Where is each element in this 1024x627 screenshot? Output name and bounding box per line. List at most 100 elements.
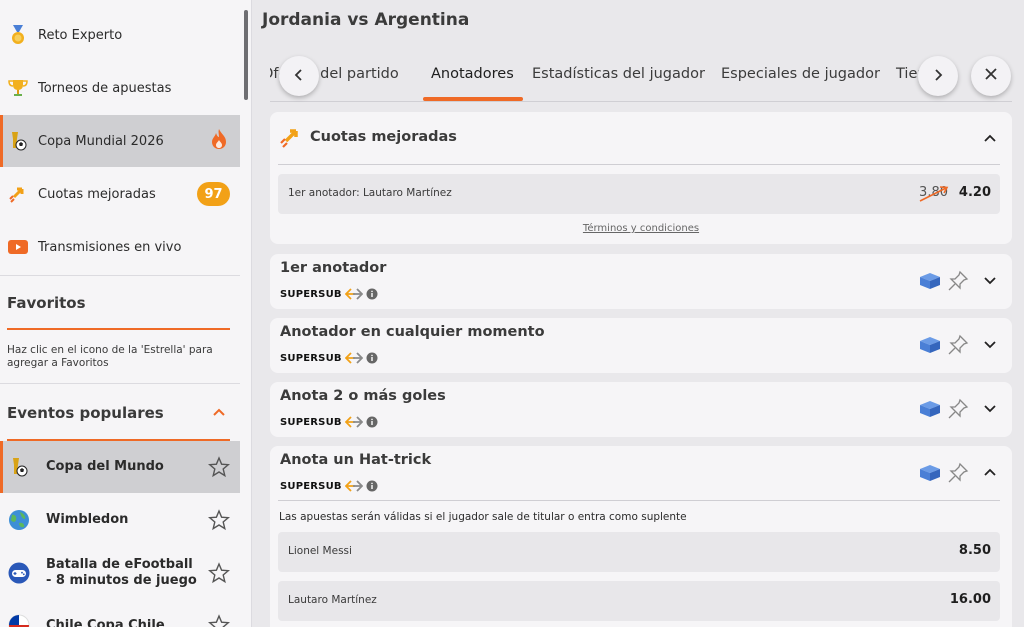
chile-flag-icon — [8, 614, 30, 627]
event-item-copa-del-mundo[interactable]: Copa del Mundo — [0, 441, 240, 493]
selection-row[interactable]: Lautaro Martínez 16.00 — [278, 581, 1000, 621]
supersub-label[interactable]: SUPERSUB — [280, 477, 378, 496]
divider — [278, 164, 1000, 165]
divider — [278, 500, 1000, 501]
market-card-anota-2-goles[interactable]: Anota 2 o más goles SUPERSUB — [270, 382, 1012, 437]
chevron-down-icon[interactable] — [982, 273, 998, 289]
sidebar-item-label: Transmisiones en vivo — [38, 239, 182, 255]
gamepad-icon — [8, 562, 30, 584]
market-title: Anotador en cualquier momento — [280, 324, 545, 340]
market-tabs: Ofertas del partido Anotadores Estadísti… — [270, 52, 1012, 102]
boosted-odds-row[interactable]: 1er anotador: Lautaro Martínez 3.80 4.20 — [278, 174, 1000, 214]
swap-arrows-icon — [344, 285, 364, 304]
event-item-efootball[interactable]: Batalla de eFootball - 8 minutos de jueg… — [0, 547, 240, 599]
market-note: Las apuestas serán válidas si el jugador… — [279, 511, 687, 523]
tab-estadisticas-jugador[interactable]: Estadísticas del jugador — [532, 66, 705, 82]
event-label: Batalla de eFootball - 8 minutos de jueg… — [46, 557, 197, 588]
selection-row[interactable]: Lionel Messi 8.50 — [278, 532, 1000, 572]
close-icon — [983, 66, 999, 86]
boosted-odds-icon — [8, 184, 28, 204]
chevron-right-icon — [931, 67, 945, 86]
favorites-note: Haz clic en el icono de la 'Estrella' pa… — [7, 344, 213, 369]
market-title: Anota un Hat-trick — [280, 452, 432, 468]
event-item-wimbledon[interactable]: Wimbledon — [0, 494, 240, 546]
tabs-prev-button[interactable] — [279, 56, 319, 96]
world-cup-icon — [8, 456, 30, 478]
selection-name: Lionel Messi — [288, 545, 352, 557]
supersub-label[interactable]: SUPERSUB — [280, 349, 378, 368]
sidebar-item-label: Copa Mundial 2026 — [38, 133, 164, 149]
chevron-up-icon[interactable] — [982, 464, 998, 480]
event-label: Chile Copa Chile — [46, 618, 165, 627]
supersub-label[interactable]: SUPERSUB — [280, 413, 378, 432]
supersub-label[interactable]: SUPERSUB — [280, 285, 378, 304]
boosted-odds-title: Cuotas mejoradas — [310, 129, 457, 145]
swap-arrows-icon — [344, 349, 364, 368]
tab-anotadores[interactable]: Anotadores — [431, 66, 514, 82]
event-label: Copa del Mundo — [46, 459, 164, 474]
medal-icon — [8, 25, 28, 45]
tabs-divider — [270, 101, 1012, 102]
info-icon[interactable] — [366, 285, 378, 304]
sidebar-item-label: Reto Experto — [38, 27, 123, 43]
tabs-next-button[interactable] — [918, 56, 958, 96]
star-icon[interactable] — [207, 614, 231, 627]
sidebar-item-transmisiones[interactable]: Transmisiones en vivo — [0, 221, 240, 273]
selection-odds: 8.50 — [958, 543, 991, 558]
selection-name: 1er anotador: Lautaro Martínez — [288, 187, 452, 199]
supersub-text: SUPERSUB — [280, 289, 342, 300]
chevron-down-icon[interactable] — [982, 337, 998, 353]
sidebar-scrollbar[interactable] — [244, 10, 248, 100]
event-item-chile-copa[interactable]: Chile Copa Chile — [0, 600, 240, 627]
star-icon[interactable] — [207, 509, 231, 531]
chevron-left-icon — [292, 67, 306, 86]
supersub-text: SUPERSUB — [280, 481, 342, 492]
star-icon[interactable] — [207, 562, 231, 584]
divider — [0, 383, 240, 384]
info-icon[interactable] — [366, 413, 378, 432]
tab-especiales-jugador[interactable]: Especiales de jugador — [721, 66, 880, 82]
close-button[interactable] — [971, 56, 1011, 96]
star-icon[interactable] — [207, 456, 231, 478]
pin-icon[interactable] — [947, 270, 969, 292]
globe-icon — [8, 509, 30, 531]
supersub-text: SUPERSUB — [280, 353, 342, 364]
market-card-1er-anotador[interactable]: 1er anotador SUPERSUB — [270, 254, 1012, 309]
supersub-text: SUPERSUB — [280, 417, 342, 428]
boosted-odds-icon — [279, 126, 303, 152]
swap-arrows-icon — [344, 413, 364, 432]
market-title: 1er anotador — [280, 260, 387, 276]
sidebar-item-cuotas-mejoradas[interactable]: Cuotas mejoradas 97 — [0, 168, 240, 220]
sidebar-item-reto-experto[interactable]: Reto Experto — [0, 9, 240, 61]
event-label: Wimbledon — [46, 512, 129, 527]
bet-builder-icon[interactable] — [919, 336, 941, 354]
pin-icon[interactable] — [947, 398, 969, 420]
info-icon[interactable] — [366, 349, 378, 368]
chevron-down-icon[interactable] — [982, 401, 998, 417]
popular-events-heading: Eventos populares — [7, 404, 164, 422]
count-badge: 97 — [197, 182, 230, 206]
market-card-anotador-cualquier-momento[interactable]: Anotador en cualquier momento SUPERSUB — [270, 318, 1012, 373]
bet-builder-icon[interactable] — [919, 464, 941, 482]
market-title: Anota 2 o más goles — [280, 388, 446, 404]
sidebar-item-copa-mundial[interactable]: Copa Mundial 2026 — [0, 115, 240, 167]
market-card-hat-trick: Anota un Hat-trick SUPERSUB Las apuestas… — [270, 446, 1012, 627]
trophy-icon — [8, 78, 28, 98]
chevron-up-icon[interactable] — [982, 130, 998, 146]
divider — [0, 275, 240, 276]
sidebar-item-torneos[interactable]: Torneos de apuestas — [0, 62, 240, 114]
bet-builder-icon[interactable] — [919, 272, 941, 290]
favorites-underline — [7, 328, 230, 330]
sidebar-item-label: Cuotas mejoradas — [38, 186, 156, 202]
favorites-heading: Favoritos — [7, 294, 86, 312]
pin-icon[interactable] — [947, 334, 969, 356]
swap-arrows-icon — [344, 477, 364, 496]
strike-arrow-icon — [918, 184, 950, 208]
bet-builder-icon[interactable] — [919, 400, 941, 418]
live-stream-icon — [8, 237, 28, 257]
pin-icon[interactable] — [947, 462, 969, 484]
info-icon[interactable] — [366, 477, 378, 496]
chevron-up-icon[interactable] — [212, 405, 226, 424]
page-title: Jordania vs Argentina — [262, 10, 470, 30]
terms-link[interactable]: Términos y condiciones — [270, 223, 1012, 234]
